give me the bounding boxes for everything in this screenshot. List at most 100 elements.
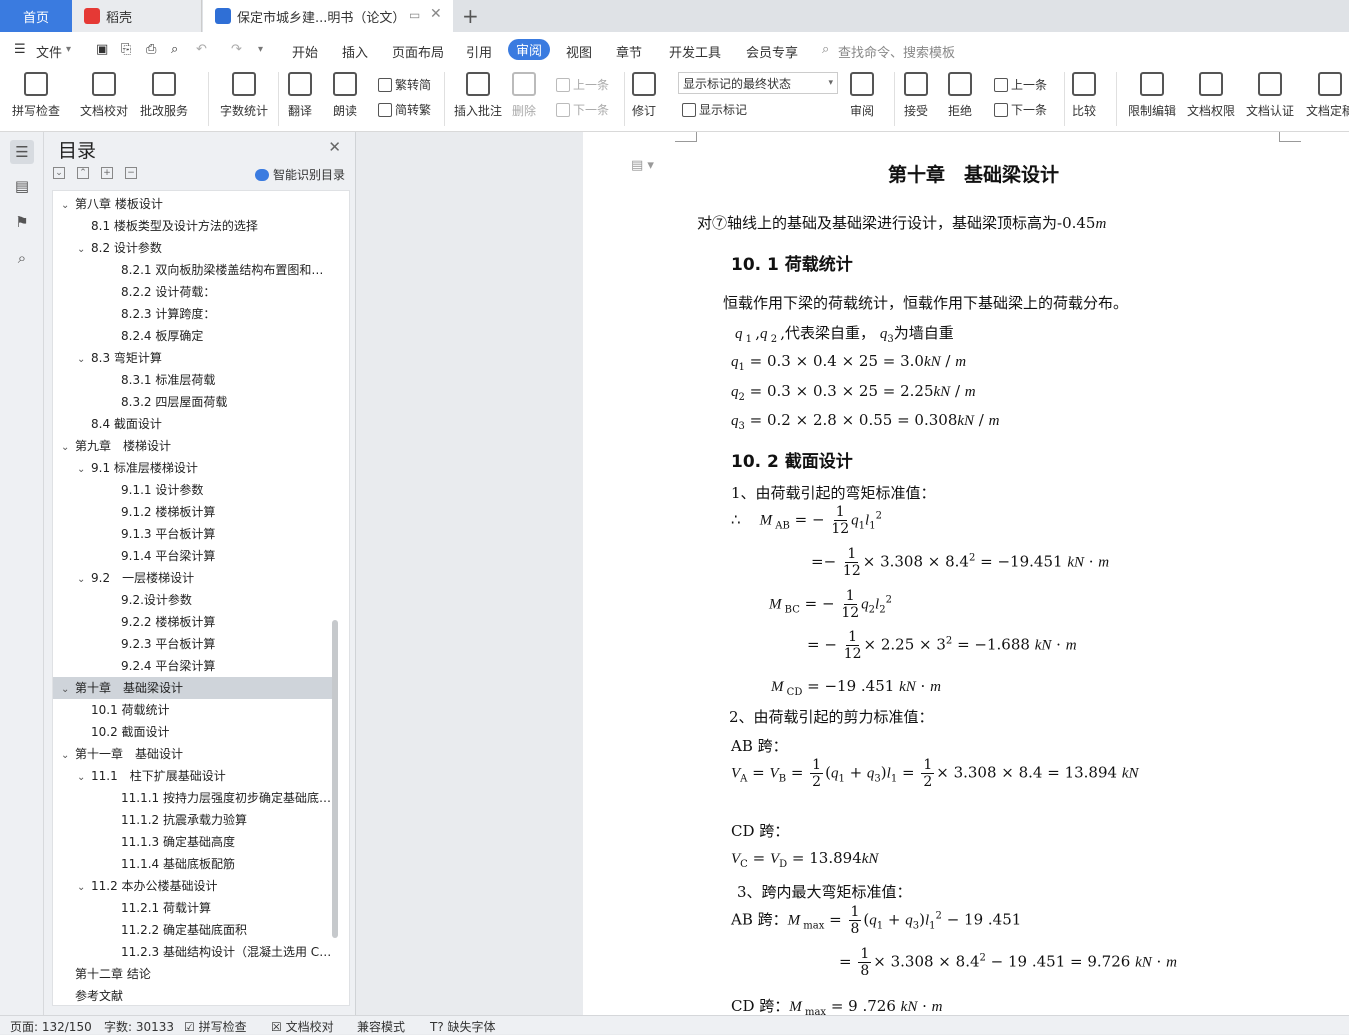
hamburger-icon[interactable]: ☰ [14,42,26,57]
smart-toc-button[interactable]: 智能识别目录 [254,166,345,183]
review-pane-button[interactable]: 审阅 [850,70,874,119]
word-count-status[interactable]: 字数: 30133 [104,1018,174,1035]
prev-comment-button[interactable]: 上一条 [556,76,609,93]
toc-item[interactable]: ⌄ 第九章 楼梯设计 [53,435,333,457]
tab-daoke[interactable]: 稻壳 [72,0,202,32]
restrict-edit-button[interactable]: 限制编辑 [1128,70,1176,119]
toc-item[interactable]: ⌄ 9.1 标准层楼梯设计 [53,457,333,479]
toc-item[interactable]: ⌄ 8.2 设计参数 [53,237,333,259]
toc-item[interactable]: 8.2.1 双向板肋梁楼盖结构布置图和板… [53,259,333,281]
toc-item[interactable]: 11.1.2 抗震承载力验算 [53,809,333,831]
toc-icon[interactable]: ☰ [10,140,34,164]
menu-view[interactable]: 视图 [566,42,592,61]
toc-item[interactable]: 9.1.2 楼梯板计算 [53,501,333,523]
more-icon[interactable]: ▾ [258,44,263,55]
doc-permission-button[interactable]: 文档权限 [1187,70,1235,119]
toc-item[interactable]: 9.2.4 平台梁计算 [53,655,333,677]
toc-item[interactable]: ⌄ 第八章 楼板设计 [53,193,333,215]
tab-document[interactable]: 保定市城乡建...明书（论文） ▭ ✕ [203,0,453,32]
translate-button[interactable]: 翻译 [288,70,312,119]
chevron-down-icon[interactable]: ⌄ [77,459,87,479]
toc-item[interactable]: 9.1.4 平台梁计算 [53,545,333,567]
menu-developer[interactable]: 开发工具 [669,42,721,61]
export-icon[interactable]: ⎘ [121,42,131,57]
toc-item[interactable]: ⌄ 第十章 基础梁设计 [53,677,333,699]
toc-scrollbar[interactable] [332,620,338,938]
toc-item[interactable]: 11.1.4 基础底板配筋 [53,853,333,875]
next-comment-button[interactable]: 下一条 [556,101,609,118]
toc-item[interactable]: 8.4 截面设计 [53,413,333,435]
missing-font-status[interactable]: T? 缺失字体 [430,1018,496,1035]
add-item-icon[interactable]: + [101,167,113,179]
toc-item[interactable]: 10.1 荷载统计 [53,699,333,721]
show-marks-button[interactable]: 显示标记 [682,101,747,118]
menu-insert[interactable]: 插入 [342,42,368,61]
command-search[interactable]: 查找命令、搜索模板 [838,42,955,61]
menu-member[interactable]: 会员专享 [746,42,798,61]
toc-item[interactable]: 8.2.2 设计荷载： [53,281,333,303]
accept-button[interactable]: 接受 [904,70,928,119]
document-page[interactable]: ▤ ▾ 第十章 基础梁设计 对⑦轴线上的基础及基础梁进行设计，基础梁顶标高为-0… [583,132,1349,1015]
menu-layout[interactable]: 页面布局 [392,42,444,61]
toc-item[interactable]: 8.3.1 标准层荷载 [53,369,333,391]
revise-button[interactable]: 修订 [632,70,656,119]
chevron-down-icon[interactable]: ⌄ [61,745,71,765]
restore-icon[interactable]: ▭ [409,8,420,22]
chevron-down-icon[interactable]: ⌄ [77,569,87,589]
toc-item[interactable]: ⌄ 11.1 柱下扩展基础设计 [53,765,333,787]
toc-item[interactable]: ⌄ 11.2 本办公楼基础设计 [53,875,333,897]
close-icon[interactable]: ✕ [328,138,341,156]
undo-icon[interactable]: ↶ [196,42,207,57]
toc-item[interactable]: 8.2.4 板厚确定 [53,325,333,347]
doc-certify-button[interactable]: 文档认证 [1246,70,1294,119]
redo-icon[interactable]: ↷ [231,42,242,57]
new-tab-button[interactable]: + [462,0,479,32]
toc-item[interactable]: ⌄ 第十一章 基础设计 [53,743,333,765]
toc-item[interactable]: 9.1.1 设计参数 [53,479,333,501]
menu-review[interactable]: 审阅 [508,39,551,60]
bookmark-icon[interactable]: ⚑ [10,210,34,234]
remove-item-icon[interactable]: − [125,167,137,179]
next-change-button[interactable]: 下一条 [994,101,1047,118]
reject-button[interactable]: 拒绝 [948,70,972,119]
menu-chapter[interactable]: 章节 [616,42,642,61]
read-aloud-button[interactable]: 朗读 [333,70,357,119]
word-count-button[interactable]: 字数统计 [220,70,268,119]
insert-comment-button[interactable]: 插入批注 [454,70,502,119]
save-icon[interactable]: ▣ [96,42,108,57]
spell-check-button[interactable]: 拼写检查 [12,70,60,119]
toc-item[interactable]: 8.1 楼板类型及设计方法的选择 [53,215,333,237]
toc-item[interactable]: 9.2.2 楼梯板计算 [53,611,333,633]
print-icon[interactable]: ⎙ [146,42,156,57]
menu-reference[interactable]: 引用 [466,42,492,61]
close-icon[interactable]: ✕ [430,6,442,22]
chevron-down-icon[interactable]: ⌄ [61,195,71,215]
preview-icon[interactable]: ⌕ [171,42,178,57]
toc-item[interactable]: 8.2.3 计算跨度： [53,303,333,325]
toc-item[interactable]: 9.2.3 平台板计算 [53,633,333,655]
file-menu[interactable]: 文件 [36,42,62,61]
toc-item[interactable]: 参考文献 [53,985,333,1005]
page-indicator[interactable]: 页面: 132/150 [10,1018,92,1035]
prev-change-button[interactable]: 上一条 [994,76,1047,93]
toc-item[interactable]: 11.2.1 荷载计算 [53,897,333,919]
chevron-down-icon[interactable]: ▾ [66,44,71,55]
toc-item[interactable]: 11.1.1 按持力层强度初步确定基础底… [53,787,333,809]
toc-item[interactable]: ⌄ 9.2 一层楼梯设计 [53,567,333,589]
nav-pane-icon[interactable]: ▤ [10,174,34,198]
annotate-service-button[interactable]: 批改服务 [140,70,188,119]
toc-item[interactable]: 9.2.设计参数 [53,589,333,611]
delete-comment-button[interactable]: 删除 [512,70,536,119]
chevron-down-icon[interactable]: ⌄ [77,767,87,787]
toc-item[interactable]: 11.2.2 确定基础底面积 [53,919,333,941]
proofread-status[interactable]: ☒ 文档校对 [271,1018,334,1035]
chevron-down-icon[interactable]: ⌄ [77,349,87,369]
doc-finalize-button[interactable]: 文档定稿 [1306,70,1349,119]
toc-item[interactable]: ⌄ 8.3 弯矩计算 [53,347,333,369]
display-mode-select[interactable]: 显示标记的最终状态 ▾ [678,72,838,94]
chevron-down-icon[interactable]: ⌄ [61,437,71,457]
proofread-button[interactable]: 文档校对 [80,70,128,119]
search-icon[interactable]: ⌕ [10,246,34,270]
chevron-down-icon[interactable]: ⌄ [61,679,71,699]
toc-item[interactable]: 10.2 截面设计 [53,721,333,743]
